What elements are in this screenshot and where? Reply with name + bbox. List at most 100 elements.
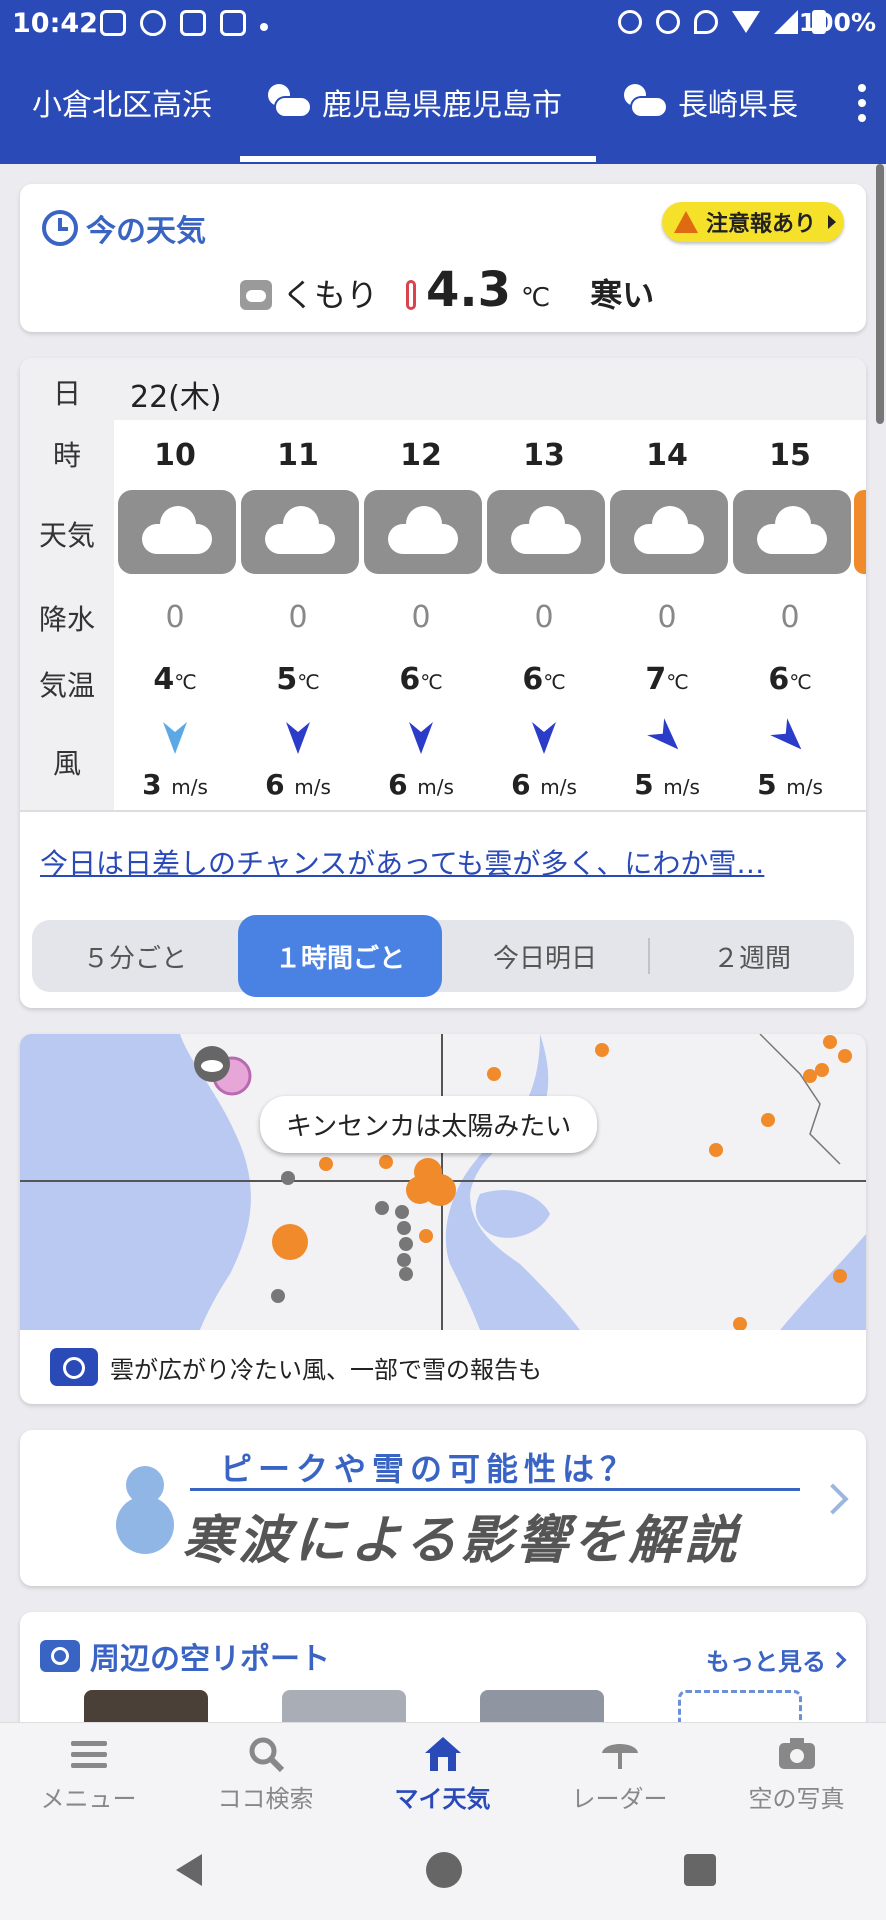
divider <box>20 810 866 812</box>
nav-my-weather[interactable]: マイ天気 <box>354 1731 531 1814</box>
nav-search[interactable]: ココ検索 <box>177 1731 354 1814</box>
tab-label: 小倉北区高浜 <box>32 88 212 123</box>
day-row <box>114 358 866 420</box>
current-weather-card: 今の天気 注意報あり くもり 4.3 ℃ 寒い <box>20 184 866 332</box>
sky-report-map-card: キンセンカは太陽みたい 雲が広がり冷たい風、一部で雪の報告も <box>20 1034 866 1404</box>
cloud-icon <box>241 490 359 574</box>
row-label-wind: 風 <box>52 747 81 780</box>
umbrella-radar-icon <box>600 1735 640 1773</box>
map-caption[interactable]: 雲が広がり冷たい風、一部で雪の報告も <box>20 1330 866 1404</box>
bottom-nav: メニュー ココ検索 マイ天気 レーダー 空の写真 <box>0 1722 886 1818</box>
banner-line2: 寒波による影響を解説 <box>182 1511 741 1571</box>
temp-value: 6℃ <box>768 662 812 697</box>
tab-label: 長崎県長 <box>678 88 798 123</box>
segment-1hour[interactable]: １時間ごと <box>238 915 442 997</box>
active-tab-indicator <box>240 156 596 162</box>
nav-label: マイ天気 <box>394 1785 491 1813</box>
alert-label: 注意報あり <box>705 212 816 237</box>
signal-icon <box>774 10 798 34</box>
clock-icon <box>42 210 78 246</box>
tab-location-3[interactable]: 長崎県長 <box>622 80 798 124</box>
search-icon <box>246 1735 286 1773</box>
wind-direction-icon <box>647 718 679 750</box>
current-conditions: くもり 4.3 ℃ 寒い <box>240 262 654 318</box>
cloud-icon <box>240 280 272 310</box>
cloud-icon <box>364 490 482 574</box>
camera-icon <box>777 1735 817 1773</box>
wind-direction-icon <box>409 722 433 754</box>
banner-line1: ピークや雪の可能性は？ <box>220 1450 639 1488</box>
rain-value: 0 <box>534 600 554 635</box>
hour-column: 12 0 6℃ 6 m/s <box>360 420 482 810</box>
wind-speed: 6 m/s <box>388 768 454 801</box>
wind-speed: 3 m/s <box>142 768 208 801</box>
home-button-icon[interactable] <box>426 1852 462 1888</box>
hour-label: 12 <box>400 438 442 473</box>
warning-icon <box>673 211 698 233</box>
recents-icon[interactable] <box>684 1854 716 1886</box>
nav-radar[interactable]: レーダー <box>531 1731 708 1814</box>
report-bubble[interactable]: キンセンカは太陽みたい <box>260 1096 598 1153</box>
nav-sky-photos[interactable]: 空の写真 <box>708 1731 885 1814</box>
wind-speed: 5 m/s <box>634 768 700 801</box>
cloud-icon <box>487 490 605 574</box>
see-more-link[interactable]: もっと見る <box>706 1642 847 1677</box>
rain-value: 0 <box>165 600 185 635</box>
back-icon[interactable] <box>176 1854 202 1886</box>
more-options-icon[interactable] <box>858 84 868 122</box>
alarm-icon <box>618 10 642 34</box>
row-label-hour: 時 <box>52 439 81 472</box>
notification-icon <box>100 10 126 36</box>
camera-icon <box>40 1640 80 1672</box>
wind-direction-icon <box>532 722 556 754</box>
temp-value: 4℃ <box>153 662 197 697</box>
wind-speed: 5 m/s <box>757 768 823 801</box>
sky-report-map[interactable]: キンセンカは太陽みたい <box>20 1034 866 1330</box>
chevron-right-icon <box>829 1651 847 1668</box>
notification-icons <box>100 10 268 36</box>
alert-button[interactable]: 注意報あり <box>661 202 844 242</box>
wind-direction-icon <box>163 722 187 754</box>
row-label-temp: 気温 <box>38 669 95 702</box>
row-labels: 日 時 天気 降水 気温 風 <box>20 358 114 810</box>
status-time: 10:42 <box>12 8 98 39</box>
tab-location-1[interactable]: 小倉北区高浜 <box>32 80 212 124</box>
current-temp: 4.3 <box>426 262 512 318</box>
day-label: 22(木) <box>130 380 222 415</box>
tab-label: 鹿児島県鹿児島市 <box>322 88 562 123</box>
cloud-icon <box>118 490 236 574</box>
segment-today-tomorrow[interactable]: 今日明日 <box>442 920 648 992</box>
home-icon <box>423 1735 463 1773</box>
chevron-right-icon <box>828 215 836 229</box>
hour-column: 13 0 6℃ 6 m/s <box>483 420 605 810</box>
segment-2weeks[interactable]: ２週間 <box>650 920 854 992</box>
nav-menu[interactable]: メニュー <box>0 1731 177 1814</box>
temp-value: 6℃ <box>399 662 443 697</box>
next-hour-weather-peek <box>854 490 866 574</box>
forecast-summary-link[interactable]: 今日は日差しのチャンスがあっても雲が多く、にわか雪… <box>40 842 850 882</box>
see-more-label: もっと見る <box>706 1648 826 1676</box>
hour-column: 15 0 6℃ 5 m/s <box>729 420 851 810</box>
chevron-right-icon <box>817 1483 849 1515</box>
notification-icon <box>180 10 206 36</box>
hour-label: 13 <box>523 438 565 473</box>
row-label-weather: 天気 <box>38 519 95 552</box>
wind-direction-icon <box>286 722 310 754</box>
nav-label: メニュー <box>40 1785 137 1813</box>
menu-icon <box>69 1735 109 1773</box>
wind-speed: 6 m/s <box>511 768 577 801</box>
cold-wave-banner[interactable]: ピークや雪の可能性は？ 寒波による影響を解説 <box>20 1430 866 1586</box>
wifi-icon <box>732 11 760 33</box>
hour-label: 14 <box>646 438 688 473</box>
banner-divider <box>190 1488 800 1491</box>
rain-value: 0 <box>657 600 677 635</box>
tab-location-2[interactable]: 鹿児島県鹿児島市 <box>266 80 562 124</box>
location-tabs: 小倉北区高浜 鹿児島県鹿児島市 長崎県長 <box>0 52 886 164</box>
scrollbar[interactable] <box>876 164 884 424</box>
partly-cloudy-icon <box>622 82 668 122</box>
map-caption-text: 雲が広がり冷たい風、一部で雪の報告も <box>110 1355 542 1384</box>
more-notifications-dot <box>260 23 268 31</box>
nearby-title: 周辺の空リポート <box>40 1634 330 1678</box>
battery-percent: 100% <box>798 8 876 37</box>
segment-5min[interactable]: ５分ごと <box>32 920 238 992</box>
